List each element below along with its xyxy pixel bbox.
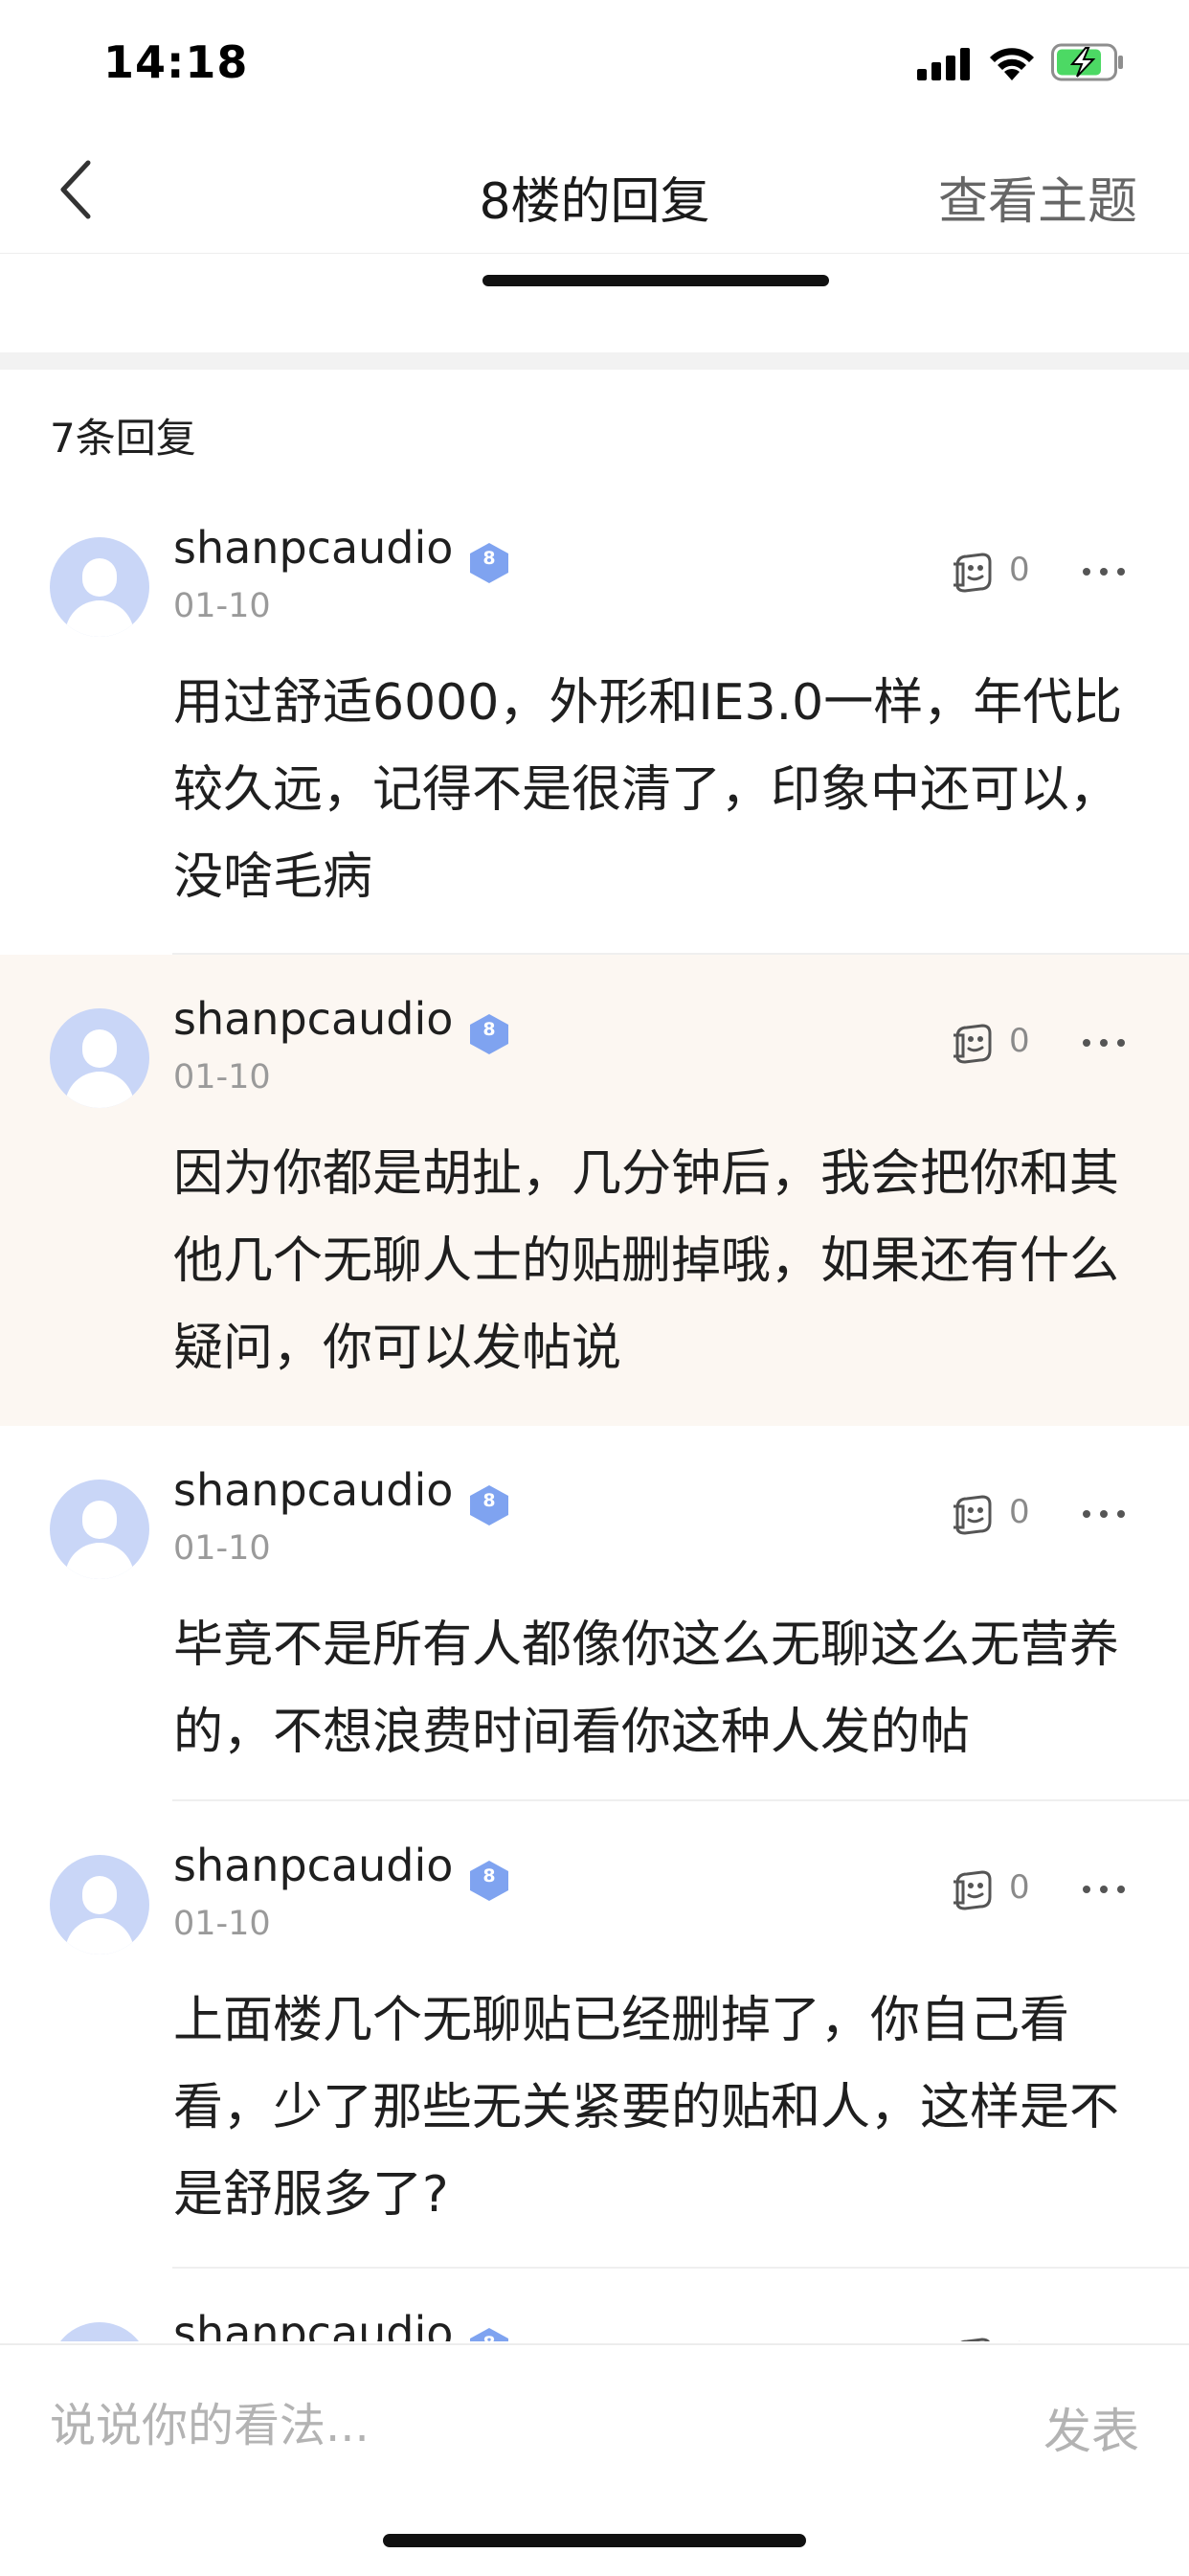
like-icon[interactable] <box>948 2332 998 2341</box>
more-options-icon[interactable] <box>1082 1037 1126 1049</box>
like-icon[interactable] <box>948 1864 998 1914</box>
like-icon[interactable] <box>948 1018 998 1068</box>
like-count: 0 <box>1009 1868 1030 1907</box>
level-badge-label: 8 <box>482 1490 496 1511</box>
section-divider <box>0 352 1189 370</box>
like-count: 0 <box>1009 551 1030 589</box>
signal-icon <box>917 48 970 80</box>
reply-date: 01-10 <box>173 1058 271 1096</box>
username[interactable]: shanpcaudio <box>173 1464 453 1516</box>
username[interactable]: shanpcaudio <box>173 522 453 574</box>
like-count: 0 <box>1009 1022 1030 1060</box>
reply-date: 01-10 <box>173 1529 271 1568</box>
avatar[interactable] <box>50 537 149 637</box>
like-count: 0 <box>1009 1493 1030 1531</box>
battery-charging-icon <box>1051 43 1123 81</box>
reply-item[interactable]: shanpcaudio 8 01-10 0 因为你都是胡扯，几分钟后，我会把你和… <box>0 955 1189 1426</box>
level-badge-label: 8 <box>482 1019 496 1040</box>
level-badge-label: 8 <box>482 548 496 569</box>
status-time: 14:18 <box>103 36 249 88</box>
reply-content: 因为你都是胡扯，几分钟后，我会把你和其他几个无聊人士的贴删掉哦，如果还有什么疑问… <box>173 1145 1120 1377</box>
reply-count: 7条回复 <box>50 415 196 462</box>
home-indicator <box>383 2534 806 2547</box>
reply-content: 上面楼几个无聊贴已经删掉了，你自己看看，少了那些无关紧要的贴和人，这样是不是舒服… <box>173 1992 1120 2224</box>
reply-item[interactable]: shanpcaudio 8 01-10 0 用过舒适6000，外形和IE3.0一… <box>0 484 1189 955</box>
level-badge-label: 8 <box>466 2326 512 2341</box>
level-badge-label: 8 <box>482 1865 496 1887</box>
reply-list: shanpcaudio 8 01-10 0 用过舒适6000，外形和IE3.0一… <box>0 484 1189 2341</box>
reply-date: 01-10 <box>173 587 271 625</box>
avatar[interactable] <box>50 1008 149 1108</box>
avatar[interactable] <box>50 1480 149 1579</box>
like-count: 0 <box>1009 2336 1030 2341</box>
avatar[interactable] <box>50 2322 149 2341</box>
reply-content: 用过舒适6000，外形和IE3.0一样，年代比较久远，记得不是很清了，印象中还可… <box>173 674 1123 906</box>
nav-bar: 8楼的回复 查看主题 <box>0 126 1189 254</box>
scroll-indicator <box>482 275 829 286</box>
like-icon[interactable] <box>948 547 998 597</box>
more-options-icon[interactable] <box>1082 1884 1126 1895</box>
reply-item[interactable]: shanpcaudio 8 01-10 0 上面楼几个无聊贴已经删掉了，你自己看… <box>0 1801 1189 2269</box>
more-options-icon[interactable] <box>1082 566 1126 577</box>
reply-item[interactable]: shanpcaudio 8 01-10 0 毕竟不是所有人都像你这么无聊这么无营… <box>0 1426 1189 1801</box>
reply-item[interactable]: shanpcaudio 8 0 <box>0 2269 1189 2341</box>
status-bar: 14:18 <box>0 0 1189 126</box>
chevron-left-icon[interactable] <box>50 155 107 224</box>
username[interactable]: shanpcaudio <box>173 1840 453 1891</box>
view-topic-button[interactable]: 查看主题 <box>938 161 1137 233</box>
wifi-icon <box>990 48 1034 80</box>
avatar[interactable] <box>50 1855 149 1955</box>
comment-input[interactable] <box>50 2391 911 2460</box>
username[interactable]: shanpcaudio <box>173 993 453 1045</box>
reply-date: 01-10 <box>173 1905 271 1943</box>
more-options-icon[interactable] <box>1082 1508 1126 1520</box>
like-icon[interactable] <box>948 1489 998 1539</box>
username[interactable]: shanpcaudio <box>173 2307 453 2341</box>
publish-button[interactable]: 发表 <box>1043 2393 1139 2462</box>
reply-content: 毕竟不是所有人都像你这么无聊这么无营养的，不想浪费时间看你这种人发的帖 <box>173 1616 1120 1761</box>
